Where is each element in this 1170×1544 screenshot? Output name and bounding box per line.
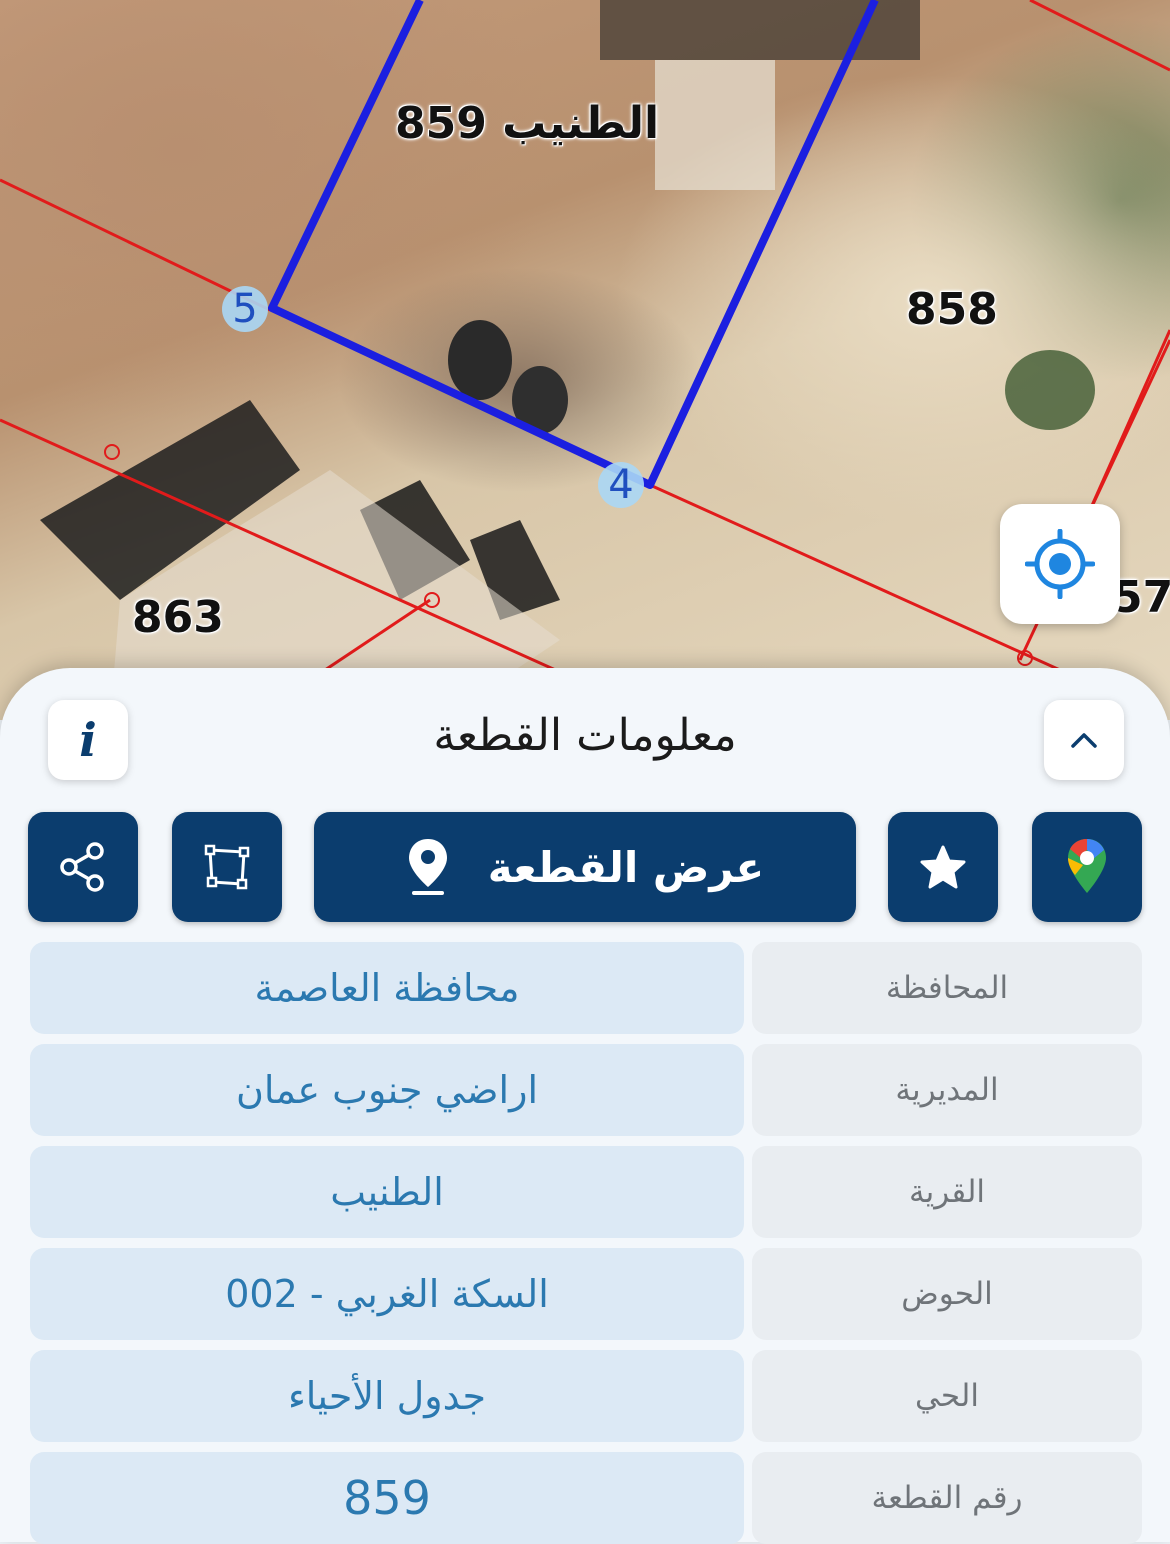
info-row-basin: السكة الغربي - 002 الحوض bbox=[30, 1248, 1142, 1340]
parcel-info-sheet: i معلومات القطعة عرض القطعة محافظة العاص… bbox=[0, 668, 1170, 1544]
favorite-button[interactable] bbox=[888, 812, 998, 922]
village-value: الطنيب bbox=[30, 1146, 744, 1238]
satellite-map[interactable]: الطنيب 859 858 863 57 5 4 bbox=[0, 0, 1170, 720]
chevron-up-icon bbox=[1071, 733, 1097, 748]
google-maps-pin-icon bbox=[1068, 839, 1106, 893]
governorate-label: المحافظة bbox=[752, 942, 1142, 1034]
info-row-governorate: محافظة العاصمة المحافظة bbox=[30, 942, 1142, 1034]
view-parcel-label: عرض القطعة bbox=[487, 842, 765, 892]
governorate-value: محافظة العاصمة bbox=[30, 942, 744, 1034]
locate-me-button[interactable] bbox=[1000, 504, 1120, 624]
vertex-label-5: 5 bbox=[222, 286, 268, 332]
collapse-sheet-button[interactable] bbox=[1044, 700, 1124, 780]
parcel-number-label: رقم القطعة bbox=[752, 1452, 1142, 1544]
parcel-label-863: 863 bbox=[132, 592, 224, 643]
info-button[interactable]: i bbox=[48, 700, 128, 780]
info-icon: i bbox=[79, 713, 97, 767]
parcel-label-858: 858 bbox=[906, 284, 998, 335]
info-row-parcel-number: 859 رقم القطعة bbox=[30, 1452, 1142, 1544]
view-parcel-button[interactable]: عرض القطعة bbox=[314, 812, 856, 922]
parcel-number-value: 859 bbox=[30, 1452, 744, 1544]
sheet-title: معلومات القطعة bbox=[433, 710, 737, 761]
basin-value: السكة الغربي - 002 bbox=[30, 1248, 744, 1340]
google-maps-button[interactable] bbox=[1032, 812, 1142, 922]
polygon-icon bbox=[204, 844, 250, 890]
neighborhood-value: جدول الأحياء bbox=[30, 1350, 744, 1442]
directorate-label: المديرية bbox=[752, 1044, 1142, 1136]
info-row-neighborhood: جدول الأحياء الحي bbox=[30, 1350, 1142, 1442]
crosshair-icon bbox=[1025, 529, 1095, 599]
share-icon bbox=[60, 842, 104, 892]
location-pin-icon bbox=[408, 839, 447, 895]
neighborhood-label: الحي bbox=[752, 1350, 1142, 1442]
measure-area-button[interactable] bbox=[172, 812, 282, 922]
directorate-value: اراضي جنوب عمان bbox=[30, 1044, 744, 1136]
parcel-label-57: 57 bbox=[1112, 572, 1170, 623]
info-row-village: الطنيب القرية bbox=[30, 1146, 1142, 1238]
parcel-label-859: الطنيب 859 bbox=[395, 98, 660, 149]
share-button[interactable] bbox=[28, 812, 138, 922]
star-icon bbox=[920, 845, 966, 889]
selected-parcel-boundary bbox=[268, 0, 879, 489]
village-label: القرية bbox=[752, 1146, 1142, 1238]
vertex-label-4: 4 bbox=[598, 462, 644, 508]
basin-label: الحوض bbox=[752, 1248, 1142, 1340]
info-row-directorate: اراضي جنوب عمان المديرية bbox=[30, 1044, 1142, 1136]
